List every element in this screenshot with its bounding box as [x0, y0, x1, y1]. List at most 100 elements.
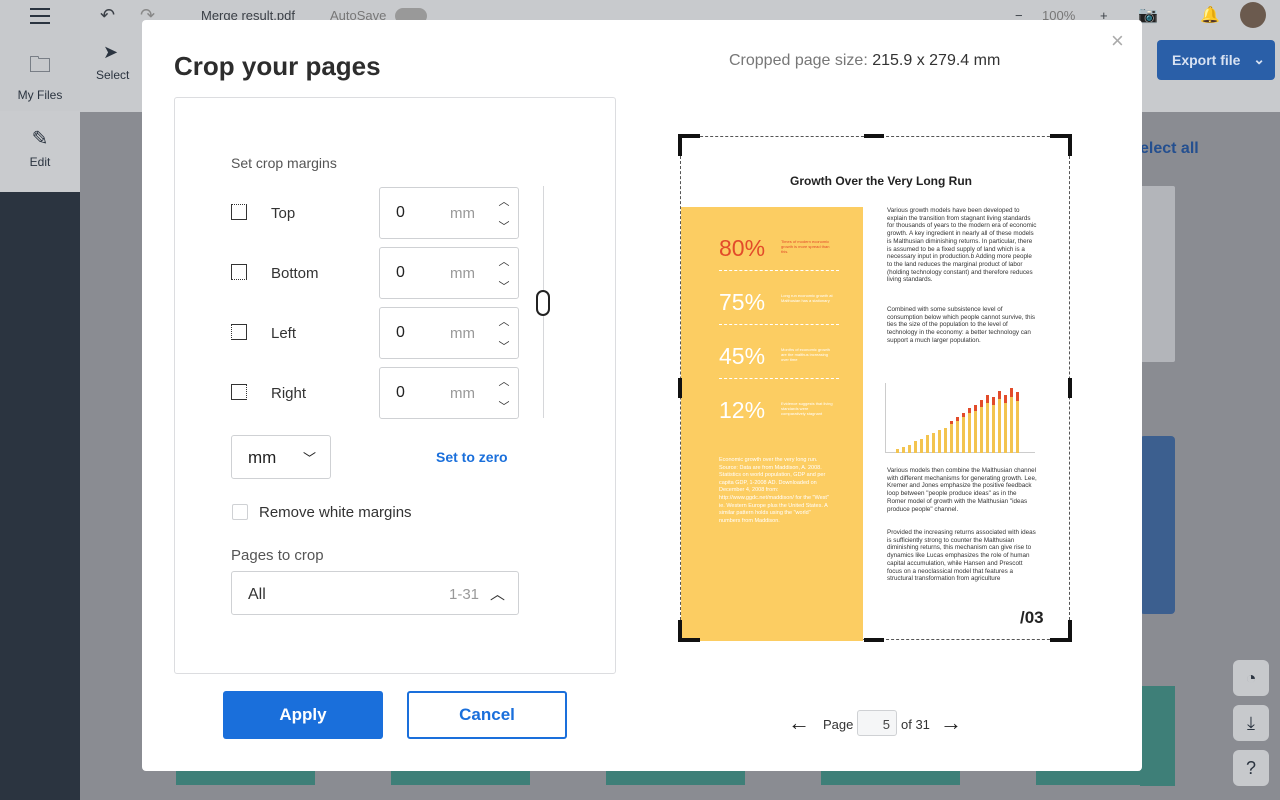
chevron-down-icon: ⌄	[1253, 51, 1265, 67]
help-icon[interactable]: ?	[1233, 750, 1269, 786]
margin-value[interactable]: 0	[396, 264, 405, 282]
preview-stats-panel: 80% Times of modern economic growth is m…	[681, 207, 863, 641]
preview-mini-chart	[885, 383, 1035, 453]
folder-icon: 🗀	[28, 52, 51, 77]
page-label: Page	[823, 717, 854, 732]
chevron-down-icon[interactable]: ﹀	[496, 398, 512, 413]
stat-note: Times of modern economic growth is more …	[781, 239, 830, 254]
my-files-nav-item[interactable]: 🗀 My Files	[0, 48, 80, 102]
pencil-icon: ✎	[31, 128, 49, 150]
remove-white-margins-label[interactable]: Remove white margins	[259, 504, 412, 521]
cropped-size-value: 215.9 x 279.4 mm	[872, 52, 1001, 69]
top-margin-input[interactable]: 0 mm ︿ ﹀	[379, 187, 519, 239]
margin-value[interactable]: 0	[396, 384, 405, 402]
chevron-up-icon: ︿	[490, 586, 506, 603]
top-margin-icon	[231, 204, 247, 220]
page-thumbnail[interactable]	[1140, 186, 1175, 362]
margin-unit: mm	[450, 205, 475, 222]
set-to-zero-link[interactable]: Set to zero	[436, 449, 508, 465]
right-margin-input[interactable]: 0 mm ︿ ﹀	[379, 367, 519, 419]
apply-button[interactable]: Apply	[223, 691, 383, 739]
crop-handle-bottom[interactable]	[864, 638, 884, 642]
page-thumbnail[interactable]	[1036, 771, 1175, 785]
page-number-input[interactable]: 5	[857, 710, 897, 736]
crop-handle-right[interactable]	[1068, 378, 1072, 398]
page-navigator: ← Page 5 of 31 →	[788, 710, 968, 738]
chevron-up-icon[interactable]: ︿	[496, 373, 512, 388]
bottom-margin-input[interactable]: 0 mm ︿ ﹀	[379, 247, 519, 299]
cursor-icon[interactable]: ➤	[103, 42, 118, 63]
pages-range: 1-31	[449, 586, 480, 603]
set-margins-heading: Set crop margins	[231, 155, 337, 171]
cookie-icon[interactable]: ◔	[1233, 660, 1269, 696]
edit-nav-item[interactable]: ✎ Edit	[0, 126, 80, 169]
chevron-down-icon[interactable]: ﹀	[496, 278, 512, 293]
margin-label: Left	[271, 325, 297, 342]
page-total: of 31	[901, 717, 930, 732]
left-navigation: 🗀 My Files ✎ Edit	[0, 0, 80, 800]
crop-handle-bottom-left[interactable]	[678, 620, 700, 642]
chevron-down-icon[interactable]: ﹀	[496, 338, 512, 353]
margin-unit: mm	[450, 265, 475, 282]
margin-value[interactable]: 0	[396, 324, 405, 342]
crop-handle-top-left[interactable]	[678, 134, 700, 156]
crop-handle-left[interactable]	[678, 378, 682, 398]
link-icon[interactable]	[536, 290, 550, 316]
margin-row-left: Left 0 mm ︿ ﹀	[231, 307, 521, 359]
chevron-down-icon: ﹀	[302, 451, 316, 466]
margin-value[interactable]: 0	[396, 204, 405, 222]
margin-row-right: Right 0 mm ︿ ﹀	[231, 367, 521, 419]
stat-note: Evidence suggests that living standards …	[781, 401, 833, 416]
preview-footnote: Economic growth over the very long run. …	[719, 457, 829, 524]
unit-select[interactable]: mm ﹀	[231, 435, 331, 479]
next-page-icon[interactable]: →	[940, 710, 962, 736]
chevron-up-icon[interactable]: ︿	[496, 193, 512, 208]
bell-icon[interactable]: 🔔	[1200, 5, 1220, 25]
margin-label: Top	[271, 205, 296, 222]
preview-paragraph: Various growth models have been develope…	[887, 207, 1037, 284]
close-icon[interactable]: ×	[1111, 28, 1124, 54]
remove-white-margins-checkbox[interactable]	[232, 504, 248, 520]
select-all-link[interactable]: elect all	[1140, 140, 1199, 158]
left-margin-icon	[231, 324, 247, 340]
previous-page-icon[interactable]: ←	[788, 710, 810, 736]
margin-unit: mm	[450, 325, 475, 342]
export-file-button[interactable]: Export file ⌄	[1157, 40, 1275, 80]
chevron-up-icon[interactable]: ︿	[496, 253, 512, 268]
margin-row-top: Top 0 mm ︿ ﹀	[231, 187, 521, 239]
crop-dialog: × Crop your pages Cropped page size: 215…	[142, 20, 1142, 771]
left-margin-input[interactable]: 0 mm ︿ ﹀	[379, 307, 519, 359]
pages-to-crop-select[interactable]: All 1-31 ︿	[231, 571, 519, 615]
page-thumbnail[interactable]	[606, 771, 745, 785]
margin-row-bottom: Bottom 0 mm ︿ ﹀	[231, 247, 521, 299]
cropped-size-label: Cropped page size:	[729, 52, 868, 69]
stat-item: 80% Times of modern economic growth is m…	[719, 221, 839, 271]
stat-note: Months of economic growth are the malthu…	[781, 347, 830, 362]
undo-icon[interactable]: ↶	[100, 5, 115, 26]
edit-label: Edit	[29, 155, 51, 169]
chevron-up-icon[interactable]: ︿	[496, 313, 512, 328]
page-thumbnail[interactable]	[1140, 436, 1175, 614]
crop-handle-bottom-right[interactable]	[1050, 620, 1072, 642]
avatar[interactable]	[1240, 2, 1266, 28]
crop-handle-top-right[interactable]	[1050, 134, 1072, 156]
stat-value: 80%	[719, 235, 766, 261]
page-thumbnail[interactable]	[176, 771, 315, 785]
page-thumbnail[interactable]	[821, 771, 960, 785]
preview-page-marker: /03	[1020, 608, 1044, 627]
cancel-button[interactable]: Cancel	[407, 691, 567, 739]
select-tool-label[interactable]: Select	[96, 68, 129, 82]
chevron-down-icon[interactable]: ﹀	[496, 218, 512, 233]
stat-item: 12% Evidence suggests that living standa…	[719, 383, 839, 433]
pages-to-crop-label: Pages to crop	[231, 547, 324, 564]
stat-value: 75%	[719, 289, 766, 315]
my-files-label: My Files	[17, 88, 63, 102]
preview-paragraph: Various models then combine the Malthusi…	[887, 467, 1037, 513]
cropped-page-size: Cropped page size: 215.9 x 279.4 mm	[729, 52, 1000, 70]
mini-chart-bars	[896, 388, 1019, 453]
page-thumbnail[interactable]	[391, 771, 530, 785]
stat-note: Long run economic growth at Malthusian h…	[781, 293, 833, 303]
menu-icon[interactable]	[30, 8, 50, 24]
download-icon[interactable]: ⤓	[1233, 705, 1269, 741]
crop-handle-top[interactable]	[864, 134, 884, 138]
